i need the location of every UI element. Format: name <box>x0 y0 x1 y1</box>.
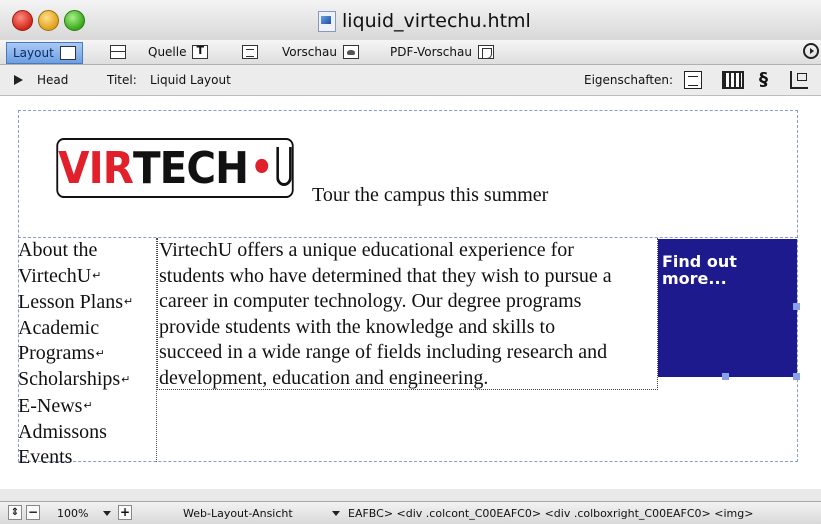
nav-item[interactable]: Academic <box>18 316 156 342</box>
main-content-column[interactable]: VirtechU offers a unique educational exp… <box>157 238 658 390</box>
return-mark-icon: ↵ <box>83 400 93 413</box>
logo-vir-text: VIR <box>58 142 134 194</box>
nav-item-text: Lesson Plans <box>18 290 123 313</box>
preview-mode-label: Vorschau <box>282 45 337 59</box>
nav-item-text: Academic <box>18 316 100 339</box>
return-mark-icon: ↵ <box>121 374 131 387</box>
nav-item[interactable]: About the <box>18 238 156 264</box>
source-lines-icon <box>242 45 258 59</box>
nav-item[interactable]: Lesson Plans↵ <box>18 290 156 316</box>
nav-item[interactable]: Events <box>18 445 156 471</box>
page-properties-icon[interactable] <box>684 71 702 89</box>
zoom-dropdown-icon[interactable] <box>103 511 111 516</box>
zoom-in-button[interactable]: + <box>118 505 132 520</box>
nav-item-text: Admissons <box>18 420 107 443</box>
nav-item-text: Programs <box>18 342 95 365</box>
return-mark-icon: ↵ <box>92 270 102 283</box>
find-out-more-image[interactable]: Find out more... <box>658 239 800 380</box>
zoom-level[interactable]: 100% <box>57 507 88 520</box>
properties-label: Eigenschaften: <box>584 73 674 87</box>
html-file-icon <box>318 10 336 32</box>
pdf-icon <box>477 45 494 59</box>
view-mode-bar: Layout Quelle Vorschau PDF-Vorschau <box>0 40 821 65</box>
nav-item-text: VirtechU <box>18 264 92 287</box>
source-mode-tab[interactable]: Quelle <box>142 42 214 62</box>
nav-item-text: Scholarships <box>18 368 121 391</box>
content-line: provide students with the knowledge and … <box>159 315 556 338</box>
minimize-window-button[interactable] <box>38 10 59 31</box>
layout-canvas[interactable]: VIR TECH • Tour the campus this summer Abo… <box>0 96 821 489</box>
layout-mode-tab[interactable]: Layout <box>6 42 83 64</box>
view-mode-dropdown-icon[interactable] <box>332 511 340 516</box>
content-line: succeed in a wide range of fields includ… <box>159 341 608 363</box>
content-line: development, education and engineering. <box>159 366 489 389</box>
title-label: Titel: <box>107 73 137 87</box>
source-mode-label: Quelle <box>148 45 187 59</box>
close-window-button[interactable] <box>12 10 33 31</box>
content-line: VirtechU offers a unique educational exp… <box>159 239 574 261</box>
logo-tech-text: TECH <box>132 142 249 194</box>
resize-handle-bottom[interactable] <box>722 373 729 380</box>
window-title: liquid_virtechu.html <box>318 10 531 32</box>
head-label[interactable]: Head <box>37 73 68 87</box>
nav-item-text: E-News <box>18 394 83 417</box>
toolbar-toggle-button[interactable] <box>803 43 819 59</box>
pdf-preview-mode-tab[interactable]: PDF-Vorschau <box>384 42 500 62</box>
disclosure-triangle-icon[interactable] <box>14 75 23 85</box>
nav-item[interactable]: Programs↵ <box>18 341 156 367</box>
content-line: students who have determined that they w… <box>159 264 612 287</box>
return-mark-icon: ↵ <box>124 296 134 309</box>
nav-item-text: Events <box>18 446 73 469</box>
logo-u-mark <box>276 146 292 186</box>
promo-line-1: Find out <box>662 252 737 271</box>
resize-handle-corner[interactable] <box>793 373 800 380</box>
window-titlebar: liquid_virtechu.html <box>0 0 821 41</box>
split-view-icon <box>110 45 126 59</box>
structure-icon[interactable] <box>790 71 808 89</box>
nav-item[interactable]: E-News↵ <box>18 394 156 420</box>
preview-icon <box>342 45 359 59</box>
nav-item[interactable]: Admissons <box>18 420 156 446</box>
layout-mode-label: Layout <box>13 46 54 60</box>
zoom-stepper-icon[interactable]: ⇕ <box>8 505 22 520</box>
split-view-button[interactable] <box>104 42 132 62</box>
document-info-bar: Head Titel: Liquid Layout Eigenschaften:… <box>0 65 821 96</box>
left-nav-column[interactable]: About the VirtechU↵ Lesson Plans↵ Academ… <box>18 238 157 468</box>
virtechu-logo[interactable]: VIR TECH • <box>56 138 294 198</box>
nav-item[interactable]: Scholarships↵ <box>18 367 156 393</box>
window-title-text: liquid_virtechu.html <box>342 10 531 32</box>
status-bar: ⇕ − 100% + Web-Layout-Ansicht EAFBC> <di… <box>0 501 821 524</box>
content-line: career in computer technology. Our degre… <box>159 290 582 312</box>
source-text-icon <box>192 44 209 59</box>
header-tagline: Tour the campus this summer <box>312 184 549 206</box>
layout-icon <box>59 46 76 60</box>
zoom-window-button[interactable] <box>64 10 85 31</box>
nav-item-text: About the <box>18 239 98 261</box>
zoom-out-button[interactable]: − <box>26 505 40 520</box>
nav-item[interactable]: VirtechU↵ <box>18 264 156 290</box>
promo-text: Find out more... <box>662 253 737 287</box>
title-field[interactable]: Liquid Layout <box>150 73 231 87</box>
tag-selector-path[interactable]: EAFBC> <div .colcont_C00EAFC0> <div .col… <box>348 507 753 520</box>
view-mode-select[interactable]: Web-Layout-Ansicht <box>183 507 293 520</box>
pdf-preview-mode-label: PDF-Vorschau <box>390 45 472 59</box>
media-properties-icon[interactable] <box>722 71 744 89</box>
source-lines-button[interactable] <box>236 42 264 62</box>
resize-handle-right[interactable] <box>793 303 800 310</box>
return-mark-icon: ↵ <box>95 347 105 360</box>
logo-dot: • <box>249 145 274 191</box>
promo-line-2: more... <box>662 269 727 288</box>
link-icon[interactable]: § <box>759 71 777 89</box>
preview-mode-tab[interactable]: Vorschau <box>276 42 365 62</box>
